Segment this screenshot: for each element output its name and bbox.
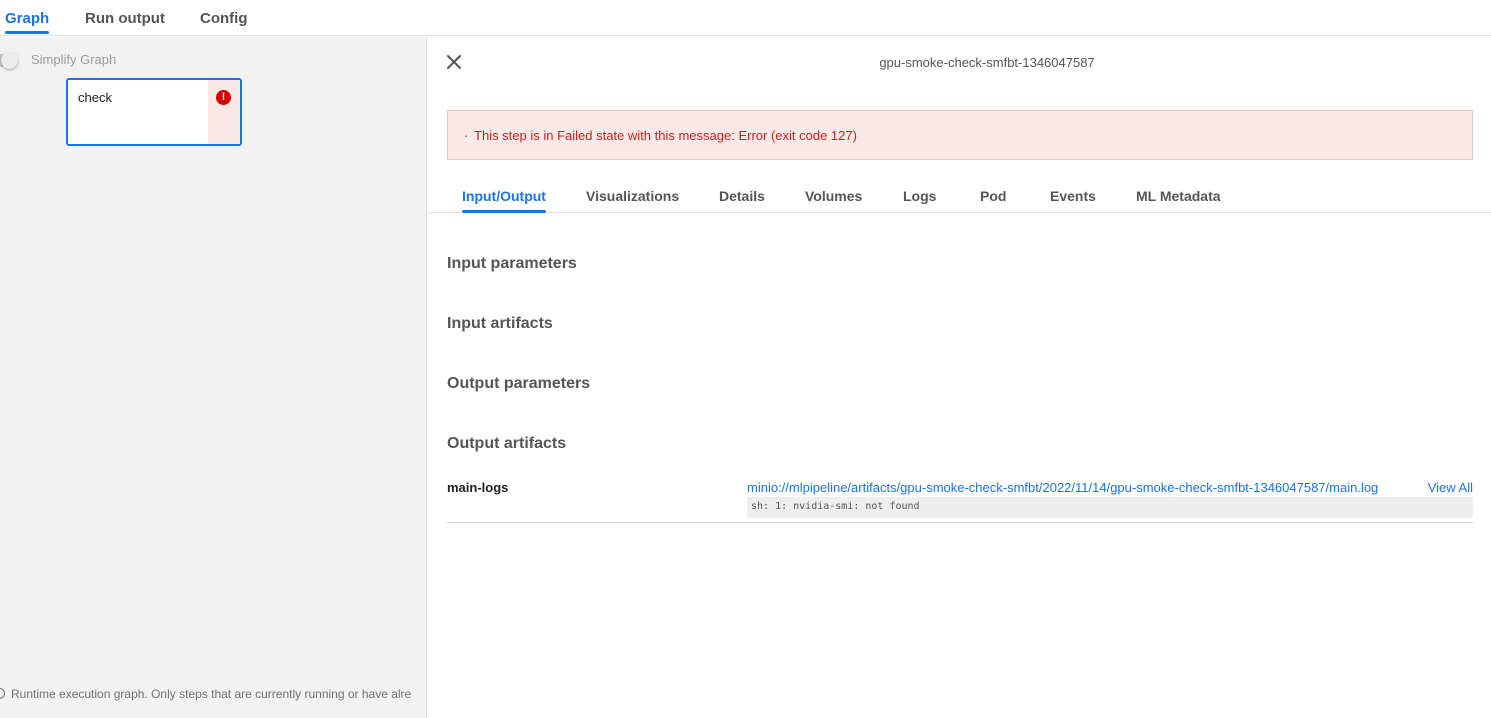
info-icon	[0, 688, 5, 699]
error-icon: !	[216, 90, 231, 105]
node-status-strip: !	[208, 80, 240, 144]
tab-pod[interactable]: Pod	[980, 175, 1006, 213]
graph-pane: Simplify Graph check ! Runtime execution…	[0, 37, 426, 718]
output-artifacts-heading: Output artifacts	[447, 435, 567, 452]
details-tab-bar: Input/Output Visualizations Details Volu…	[427, 175, 1491, 213]
input-parameters-heading: Input parameters	[447, 255, 577, 272]
tab-run-output[interactable]: Run output	[85, 0, 165, 36]
error-banner: · This step is in Failed state with this…	[447, 110, 1473, 160]
node-label: check	[78, 90, 112, 105]
simplify-graph-label: Simplify Graph	[31, 52, 117, 67]
node-details-panel: gpu-smoke-check-smfbt-1346047587 · This …	[427, 37, 1491, 718]
tab-input-output[interactable]: Input/Output	[462, 175, 546, 213]
tab-events[interactable]: Events	[1050, 175, 1096, 213]
error-bullet: ·	[464, 128, 469, 143]
output-parameters-heading: Output parameters	[447, 375, 591, 392]
tab-volumes[interactable]: Volumes	[805, 175, 862, 213]
tab-details[interactable]: Details	[719, 175, 765, 213]
artifact-name: main-logs	[447, 480, 509, 495]
tab-config[interactable]: Config	[200, 0, 247, 36]
graph-footer-text: Runtime execution graph. Only steps that…	[11, 687, 412, 701]
graph-node-check[interactable]: check !	[66, 78, 242, 146]
error-message: This step is in Failed state with this m…	[474, 128, 857, 143]
tab-ml-metadata[interactable]: ML Metadata	[1136, 175, 1221, 213]
tab-logs[interactable]: Logs	[903, 175, 936, 213]
view-all-link[interactable]: View All	[1428, 480, 1473, 495]
input-artifacts-heading: Input artifacts	[447, 315, 553, 332]
tab-visualizations[interactable]: Visualizations	[586, 175, 679, 213]
tab-graph[interactable]: Graph	[5, 0, 50, 36]
top-tab-bar: Graph Run output Config	[0, 0, 1491, 36]
graph-footer-note: Runtime execution graph. Only steps that…	[0, 687, 426, 701]
artifact-uri-link[interactable]: minio://mlpipeline/artifacts/gpu-smoke-c…	[747, 480, 1378, 495]
artifact-row: main-logs minio://mlpipeline/artifacts/g…	[447, 477, 1473, 523]
simplify-graph-toggle[interactable]	[0, 52, 18, 69]
artifact-preview: sh: 1: nvidia-smi: not found	[747, 497, 1473, 518]
node-details-title: gpu-smoke-check-smfbt-1346047587	[879, 55, 1095, 70]
